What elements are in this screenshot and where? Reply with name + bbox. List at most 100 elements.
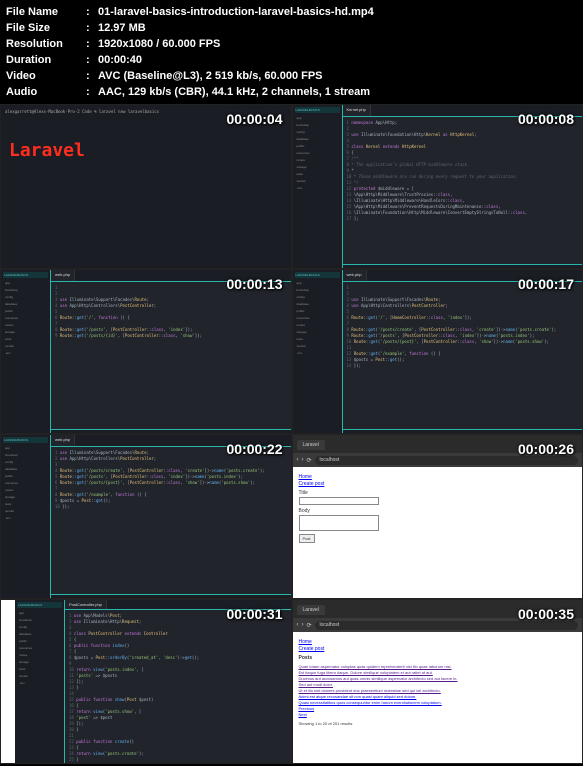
tree-item[interactable]: .env (17, 680, 62, 687)
tree-item[interactable]: database (3, 466, 48, 473)
tree-item[interactable]: tests (295, 336, 340, 343)
tree-item[interactable]: database (3, 301, 48, 308)
tree-item[interactable]: tests (3, 336, 48, 343)
tree-item[interactable]: .env (295, 350, 340, 357)
tab-web[interactable]: web.php (343, 270, 367, 281)
tree-item[interactable]: resources (3, 480, 48, 487)
tree-item[interactable]: tests (295, 171, 340, 178)
code-area: 1 use Illuminate\Support\Facades\Route;2… (51, 447, 291, 594)
tree-item[interactable]: public (17, 638, 62, 645)
browser-window: Laravel ‹ › ⟳ localhost Home Create post… (293, 600, 583, 763)
tree-item[interactable]: routes (17, 652, 62, 659)
browser-tab[interactable]: Laravel (297, 605, 325, 615)
tree-item[interactable]: database (295, 301, 340, 308)
tree-item[interactable]: public (295, 143, 340, 150)
browser-tab[interactable]: Laravel (297, 440, 325, 450)
tree-item[interactable]: routes (3, 487, 48, 494)
post-button[interactable]: Post (299, 534, 315, 543)
pagination-text: Showing 1 to 20 of 201 results (299, 721, 577, 726)
tree-item[interactable]: bootstrap (295, 287, 340, 294)
post-link[interactable]: Animi est atque recusandae sit non quasi… (299, 694, 577, 699)
tree-item[interactable]: app (295, 280, 340, 287)
tree-item[interactable]: config (17, 624, 62, 631)
audio-label: Audio (6, 84, 86, 100)
post-link[interactable]: Quasi necessitatibus quos consequuntur e… (299, 700, 577, 705)
post-link[interactable]: Previous (299, 706, 577, 711)
post-link[interactable]: Ducimus aut accusamus aut quas omnis sim… (299, 676, 577, 681)
tree-item[interactable]: resources (3, 315, 48, 322)
reload-icon[interactable]: ⟳ (307, 622, 312, 629)
tree-item[interactable]: bootstrap (17, 617, 62, 624)
tab-kernel[interactable]: Kernel.php (343, 105, 371, 116)
tree-item[interactable]: vendor (295, 178, 340, 185)
thumbnail-1[interactable]: 00:00:04 alexgarrett@Alexs-MacBook-Pro-2… (0, 104, 292, 269)
tree-item[interactable]: app (3, 445, 48, 452)
tree-item[interactable]: vendor (17, 673, 62, 680)
post-link[interactable]: Ut et illo sint dolores provident eos pr… (299, 688, 577, 693)
forward-icon[interactable]: › (302, 457, 304, 463)
tree-item[interactable]: config (295, 129, 340, 136)
reload-icon[interactable]: ⟳ (307, 457, 312, 464)
thumbnail-6[interactable]: 00:00:26 Laravel ‹ › ⟳ localhost Home Cr… (292, 434, 583, 599)
thumbnail-4[interactable]: 00:00:17 LARAVELBASICS appbootstrapconfi… (292, 269, 583, 434)
tree-item[interactable]: storage (17, 659, 62, 666)
tree-item[interactable]: storage (295, 329, 340, 336)
back-icon[interactable]: ‹ (297, 622, 299, 628)
nav-home[interactable]: Home (299, 474, 577, 480)
thumbnail-3[interactable]: 00:00:13 LARAVELBASICS appbootstrapconfi… (0, 269, 292, 434)
tree-item[interactable]: tests (3, 501, 48, 508)
nav-create[interactable]: Create post (299, 646, 577, 652)
post-link[interactable]: Est itaque fuga libero itaque. Dolore si… (299, 670, 577, 675)
tree-item[interactable]: storage (3, 494, 48, 501)
tree-item[interactable]: routes (295, 157, 340, 164)
tree-item[interactable]: public (3, 308, 48, 315)
forward-icon[interactable]: › (302, 622, 304, 628)
title-input[interactable] (299, 497, 379, 505)
tree-item[interactable]: vendor (3, 343, 48, 350)
timestamp: 00:00:17 (518, 276, 574, 292)
tree-item[interactable]: config (295, 294, 340, 301)
tree-item[interactable]: database (295, 136, 340, 143)
tree-item[interactable]: config (3, 294, 48, 301)
tab-web[interactable]: web.php (51, 270, 75, 281)
white-sidebar (1, 600, 15, 763)
tree-item[interactable]: vendor (295, 343, 340, 350)
nav-home[interactable]: Home (299, 639, 577, 645)
tree-item[interactable]: resources (295, 315, 340, 322)
tree-item[interactable]: .env (295, 185, 340, 192)
duration-value: 00:00:40 (98, 52, 142, 68)
thumbnail-2[interactable]: 00:00:08 LARAVELBASICS appbootstrapconfi… (292, 104, 583, 269)
body-textarea[interactable] (299, 515, 379, 531)
tree-item[interactable]: resources (295, 150, 340, 157)
tree-item[interactable]: app (17, 610, 62, 617)
tree-item[interactable]: resources (17, 645, 62, 652)
tree-item[interactable]: .env (3, 515, 48, 522)
tree-item[interactable]: vendor (3, 508, 48, 515)
back-icon[interactable]: ‹ (297, 457, 299, 463)
tree-item[interactable]: database (17, 631, 62, 638)
tree-item[interactable]: routes (295, 322, 340, 329)
post-link[interactable]: Quae totam aspernatur voluptas quas quid… (299, 664, 577, 669)
timestamp: 00:00:31 (226, 606, 282, 622)
tree-item[interactable]: .env (3, 350, 48, 357)
tab-controller[interactable]: PostController.php (65, 600, 107, 609)
tab-web[interactable]: web.php (51, 435, 75, 446)
thumbnail-8[interactable]: 00:00:35 Laravel ‹ › ⟳ localhost Home Cr… (292, 599, 583, 764)
nav-create[interactable]: Create post (299, 481, 577, 487)
thumbnail-7[interactable]: 00:00:31 LARAVELBASICS appbootstrapconfi… (0, 599, 292, 764)
tree-item[interactable]: public (295, 308, 340, 315)
tree-item[interactable]: app (3, 280, 48, 287)
tree-item[interactable]: config (3, 459, 48, 466)
tree-item[interactable]: app (295, 115, 340, 122)
tree-item[interactable]: public (3, 473, 48, 480)
tree-item[interactable]: bootstrap (3, 287, 48, 294)
tree-item[interactable]: storage (295, 164, 340, 171)
tree-item[interactable]: bootstrap (295, 122, 340, 129)
tree-item[interactable]: tests (17, 666, 62, 673)
post-link[interactable]: Sed aut modi dolor. (299, 682, 577, 687)
post-link[interactable]: Next (299, 712, 577, 717)
thumbnail-5[interactable]: 00:00:22 LARAVELBASICS appbootstrapconfi… (0, 434, 292, 599)
tree-item[interactable]: routes (3, 322, 48, 329)
tree-item[interactable]: bootstrap (3, 452, 48, 459)
tree-item[interactable]: storage (3, 329, 48, 336)
